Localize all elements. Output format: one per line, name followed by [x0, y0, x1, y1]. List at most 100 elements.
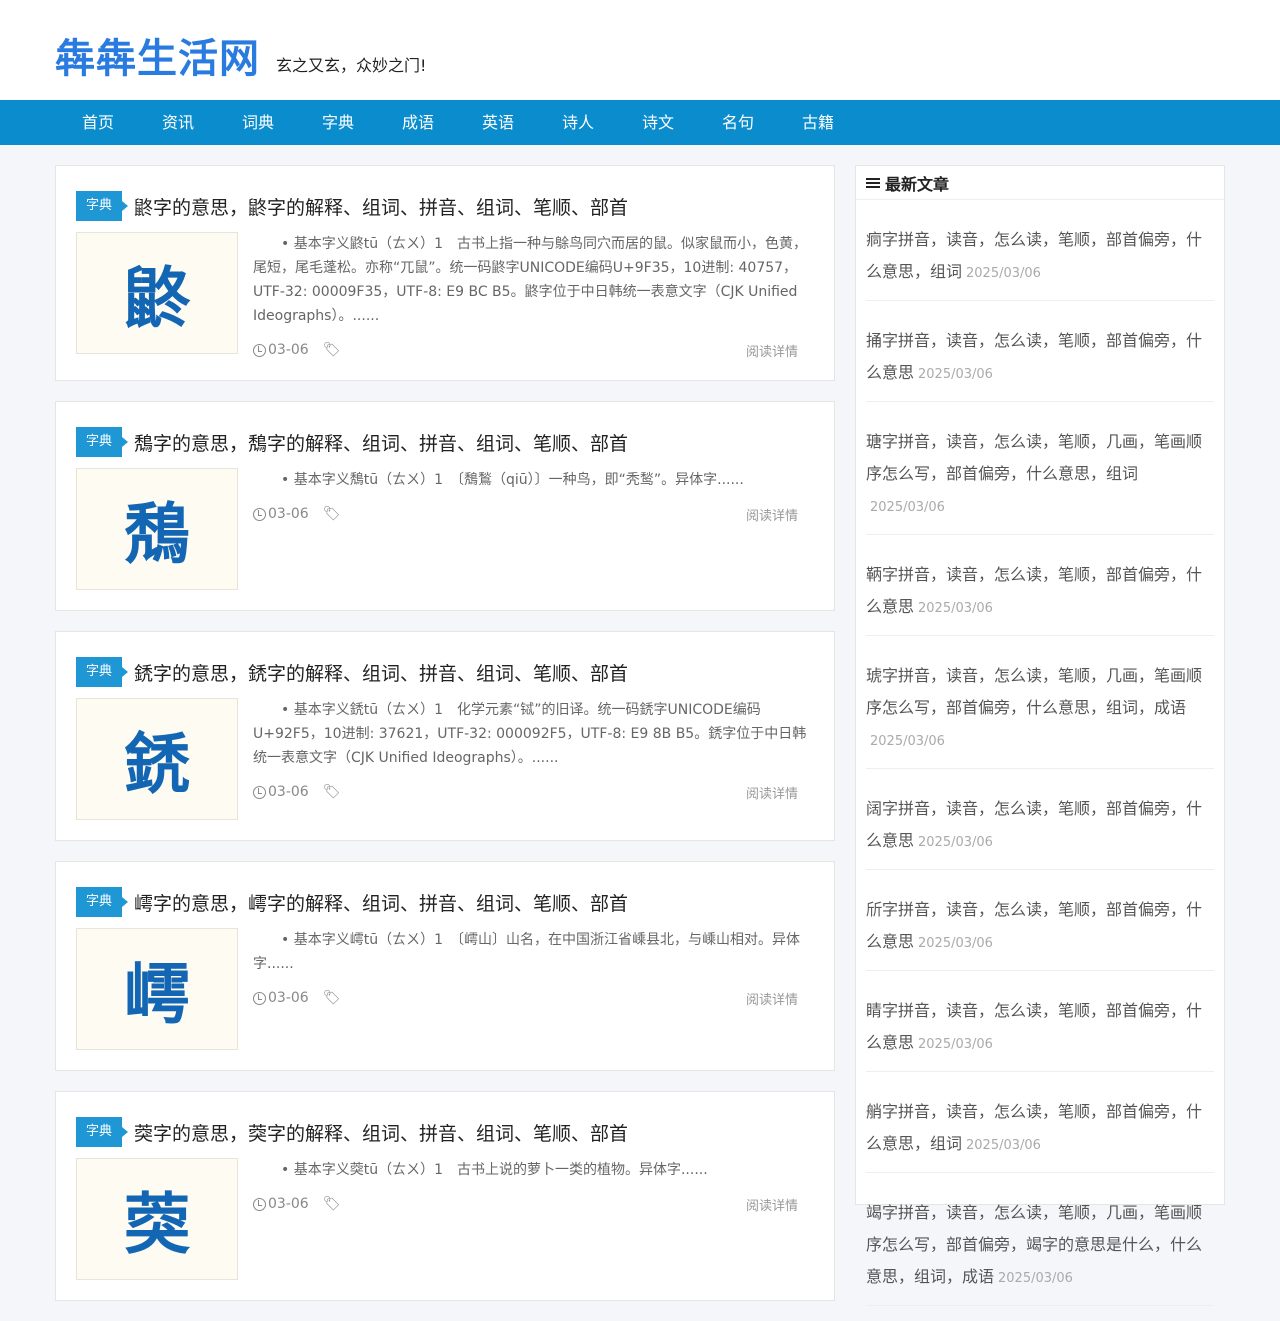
nav-item-classics[interactable]: 古籍: [778, 100, 858, 145]
clock-icon: [253, 991, 266, 1005]
sidebar-item: 鞆字拼音，读音，怎么读，笔顺，部首偏旁，什么意思 2025/03/06: [866, 535, 1214, 636]
sidebar-item-link[interactable]: 睛字拼音，读音，怎么读，笔顺，部首偏旁，什么意思: [866, 1001, 1202, 1052]
thumbnail-char: 鋵: [124, 726, 190, 803]
sidebar-list: 痌字拼音，读音，怎么读，笔顺，部首偏旁，什么意思，组词 2025/03/06 捅字…: [856, 200, 1224, 1306]
category-badge[interactable]: 字典: [76, 657, 129, 687]
sidebar-item-date: 2025/03/06: [870, 734, 945, 749]
sidebar-item-date: 2025/03/06: [966, 1138, 1041, 1153]
post-card: 字典 鋵字的意思，鋵字的解释、组词、拼音、组词、笔顺、部首 鋵 • 基本字义鋵t…: [55, 631, 835, 841]
tags-icon: 🏷︎: [322, 506, 341, 522]
sidebar-item-link[interactable]: 瑭字拼音，读音，怎么读，笔顺，几画，笔画顺序怎么写，部首偏旁，什么意思，组词: [866, 432, 1202, 483]
post-date: 03-06: [268, 1196, 309, 1212]
post-card: 字典 葖字的意思，葖字的解释、组词、拼音、组词、笔顺、部首 葖 • 基本字义葖t…: [55, 1091, 835, 1301]
clock-icon: [253, 343, 266, 357]
post-date: 03-06: [268, 784, 309, 800]
post-date: 03-06: [268, 506, 309, 522]
sidebar-item-date: 2025/03/06: [918, 835, 993, 850]
nav-item-english[interactable]: 英语: [458, 100, 538, 145]
nav-item-home[interactable]: 首页: [58, 100, 138, 145]
category-badge[interactable]: 字典: [76, 191, 129, 221]
nav-item-zidian[interactable]: 字典: [298, 100, 378, 145]
sidebar-item-date: 2025/03/06: [870, 500, 945, 515]
sidebar-item-link[interactable]: 斦字拼音，读音，怎么读，笔顺，部首偏旁，什么意思: [866, 900, 1202, 951]
post-title[interactable]: 鋵字的意思，鋵字的解释、组词、拼音、组词、笔顺、部首: [134, 659, 628, 686]
site-slogan: 玄之又玄，众妙之门!: [276, 56, 427, 75]
post-thumbnail[interactable]: 鼨: [76, 232, 238, 354]
post-excerpt: • 基本字义鼨tū（ㄊㄨ）1 古书上指一种与鵌鸟同穴而居的鼠。似家鼠而小，色黄，…: [253, 236, 807, 324]
tags-icon: 🏷︎: [322, 1196, 341, 1212]
clock-icon: [253, 1197, 266, 1211]
read-more-link[interactable]: 阅读详情: [746, 1195, 798, 1214]
sidebar-title: 最新文章: [856, 166, 1224, 200]
sidebar-item: 艄字拼音，读音，怎么读，笔顺，部首偏旁，什么意思，组词 2025/03/06: [866, 1072, 1214, 1173]
post-meta: 03-06 🏷︎ 阅读详情: [253, 782, 814, 802]
post-excerpt: • 基本字义鋵tū（ㄊㄨ）1 化学元素“铽”的旧译。统一码鋵字UNICODE编码…: [253, 702, 807, 766]
post-meta: 03-06 🏷︎ 阅读详情: [253, 340, 814, 360]
category-badge[interactable]: 字典: [76, 887, 129, 917]
nav-item-chengyu[interactable]: 成语: [378, 100, 458, 145]
thumbnail-char: 葖: [124, 1186, 190, 1263]
sidebar-item-link[interactable]: 阔字拼音，读音，怎么读，笔顺，部首偏旁，什么意思: [866, 799, 1202, 850]
clock-icon: [253, 785, 266, 799]
post-thumbnail[interactable]: 嶀: [76, 928, 238, 1050]
post-meta: 03-06 🏷︎ 阅读详情: [253, 504, 814, 524]
sidebar-item-link[interactable]: 捅字拼音，读音，怎么读，笔顺，部首偏旁，什么意思: [866, 331, 1202, 382]
list-icon: [866, 176, 880, 190]
tags-icon: 🏷︎: [322, 990, 341, 1006]
nav-item-news[interactable]: 资讯: [138, 100, 218, 145]
post-card: 字典 鼨字的意思，鼨字的解释、组词、拼音、组词、笔顺、部首 鼨 • 基本字义鼨t…: [55, 165, 835, 381]
post-thumbnail[interactable]: 葖: [76, 1158, 238, 1280]
site-logo[interactable]: 犇犇生活网: [55, 26, 260, 84]
sidebar-item: 痌字拼音，读音，怎么读，笔顺，部首偏旁，什么意思，组词 2025/03/06: [866, 200, 1214, 301]
tags-icon: 🏷︎: [322, 784, 341, 800]
category-badge[interactable]: 字典: [76, 1117, 129, 1147]
sidebar-item: 琥字拼音，读音，怎么读，笔顺，几画，笔画顺序怎么写，部首偏旁，什么意思，组词，成…: [866, 636, 1214, 769]
sidebar-item-date: 2025/03/06: [966, 266, 1041, 281]
thumbnail-char: 嶀: [124, 956, 190, 1033]
nav-item-cidian[interactable]: 词典: [218, 100, 298, 145]
post-meta: 03-06 🏷︎ 阅读详情: [253, 988, 814, 1008]
site-header: 犇犇生活网 玄之又玄，众妙之门!: [0, 0, 1280, 100]
sidebar-item-date: 2025/03/06: [998, 1271, 1073, 1286]
main-nav: 首页 资讯 词典 字典 成语 英语 诗人 诗文 名句 古籍: [0, 100, 1280, 145]
sidebar-item-date: 2025/03/06: [918, 1037, 993, 1052]
thumbnail-char: 鵚: [124, 496, 190, 573]
sidebar-item: 阔字拼音，读音，怎么读，笔顺，部首偏旁，什么意思 2025/03/06: [866, 769, 1214, 870]
nav-item-poems[interactable]: 诗文: [618, 100, 698, 145]
post-date: 03-06: [268, 990, 309, 1006]
category-badge[interactable]: 字典: [76, 427, 129, 457]
sidebar-latest-articles: 最新文章 痌字拼音，读音，怎么读，笔顺，部首偏旁，什么意思，组词 2025/03/…: [855, 165, 1225, 1306]
sidebar-item: 睛字拼音，读音，怎么读，笔顺，部首偏旁，什么意思 2025/03/06: [866, 971, 1214, 1072]
read-more-link[interactable]: 阅读详情: [746, 989, 798, 1008]
post-title[interactable]: 鼨字的意思，鼨字的解释、组词、拼音、组词、笔顺、部首: [134, 193, 628, 220]
post-meta: 03-06 🏷︎ 阅读详情: [253, 1194, 814, 1214]
tags-icon: 🏷︎: [322, 342, 341, 358]
read-more-link[interactable]: 阅读详情: [746, 783, 798, 802]
post-excerpt: • 基本字义鵚tū（ㄊㄨ）1 〔鵚鶖（qiū）〕一种鸟，即“秃鹙”。异体字...…: [281, 472, 744, 488]
post-excerpt: • 基本字义葖tū（ㄊㄨ）1 古书上说的萝卜一类的植物。异体字......: [281, 1162, 708, 1178]
post-card: 字典 嶀字的意思，嶀字的解释、组词、拼音、组词、笔顺、部首 嶀 • 基本字义嶀t…: [55, 861, 835, 1071]
sidebar-item-date: 2025/03/06: [918, 601, 993, 616]
sidebar-title-text: 最新文章: [885, 174, 950, 194]
sidebar-item: 捅字拼音，读音，怎么读，笔顺，部首偏旁，什么意思 2025/03/06: [866, 301, 1214, 402]
nav-item-quotes[interactable]: 名句: [698, 100, 778, 145]
post-excerpt: • 基本字义嶀tū（ㄊㄨ）1 〔嶀山〕山名，在中国浙江省嵊县北，与嵊山相对。异体…: [253, 932, 800, 972]
post-list: 字典 鼨字的意思，鼨字的解释、组词、拼音、组词、笔顺、部首 鼨 • 基本字义鼨t…: [55, 165, 835, 1321]
sidebar-item-date: 2025/03/06: [918, 936, 993, 951]
read-more-link[interactable]: 阅读详情: [746, 505, 798, 524]
read-more-link[interactable]: 阅读详情: [746, 341, 798, 360]
sidebar-item-link[interactable]: 鞆字拼音，读音，怎么读，笔顺，部首偏旁，什么意思: [866, 565, 1202, 616]
clock-icon: [253, 507, 266, 521]
thumbnail-char: 鼨: [124, 260, 190, 337]
sidebar-item: 斦字拼音，读音，怎么读，笔顺，部首偏旁，什么意思 2025/03/06: [866, 870, 1214, 971]
post-thumbnail[interactable]: 鋵: [76, 698, 238, 820]
post-card: 字典 鵚字的意思，鵚字的解释、组词、拼音、组词、笔顺、部首 鵚 • 基本字义鵚t…: [55, 401, 835, 611]
sidebar-item-link[interactable]: 琥字拼音，读音，怎么读，笔顺，几画，笔画顺序怎么写，部首偏旁，什么意思，组词，成…: [866, 666, 1202, 717]
post-title[interactable]: 鵚字的意思，鵚字的解释、组词、拼音、组词、笔顺、部首: [134, 429, 628, 456]
post-title[interactable]: 葖字的意思，葖字的解释、组词、拼音、组词、笔顺、部首: [134, 1119, 628, 1146]
post-thumbnail[interactable]: 鵚: [76, 468, 238, 590]
sidebar-item-date: 2025/03/06: [918, 367, 993, 382]
nav-item-poets[interactable]: 诗人: [538, 100, 618, 145]
post-title[interactable]: 嶀字的意思，嶀字的解释、组词、拼音、组词、笔顺、部首: [134, 889, 628, 916]
sidebar-item: 竭字拼音，读音，怎么读，笔顺，几画，笔画顺序怎么写，部首偏旁，竭字的意思是什么，…: [866, 1173, 1214, 1306]
